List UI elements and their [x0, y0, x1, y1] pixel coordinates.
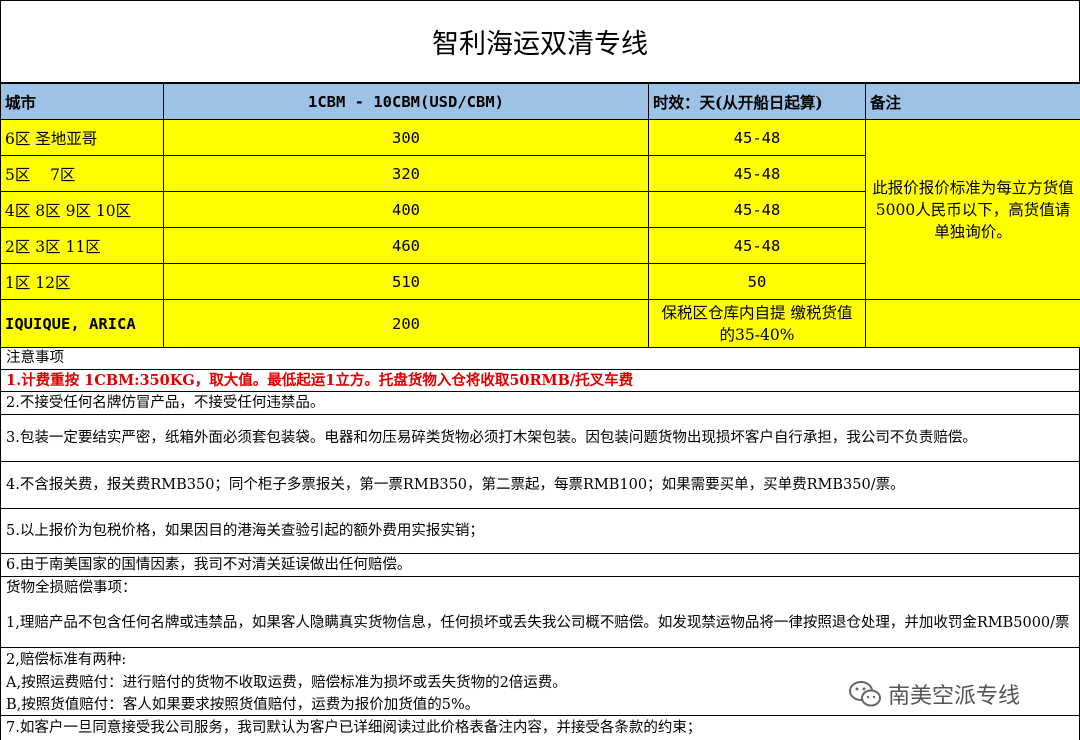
table-row: IQUIQUE, ARICA 200 保税区仓库内自提 缴税货值的35-40%	[0, 299, 1080, 348]
note-3: 3.包装一定要结实严密，纸箱外面必须套包装袋。电器和勿压易碎类货物必须打木架包装…	[0, 415, 1080, 462]
loss-item-2: 2,赔偿标准有两种:	[0, 648, 1080, 672]
time-cell: 50	[648, 263, 866, 300]
loss-item-1: 1,理赔产品不包含任何名牌或违禁品，如果客人隐瞒真实货物信息，任何损坏或丢失我公…	[0, 599, 1080, 648]
page-title: 智利海运双清专线	[0, 0, 1080, 83]
loss-heading: 货物全损赔偿事项：	[0, 577, 1080, 599]
note-1: 1.计费重按 1CBM:350KG，取大值。最低起运1立方。托盘货物入仓将收取5…	[0, 370, 1080, 392]
watermark: 南美空派专线	[848, 676, 1068, 712]
table-row: 6区 圣地亚哥 300 45-48 此报价报价标准为每立方货值5000人民币以下…	[0, 119, 1080, 300]
note-6: 6.由于南美国家的国情因素，我司不对清关延误做出任何赔偿。	[0, 554, 1080, 577]
city-cell: 5区 7区	[0, 155, 164, 192]
notes-heading: 注意事项	[0, 347, 1080, 370]
note-7: 7.如客户一旦同意接受我公司服务，我司默认为客户已详细阅读过此价格表备注内容，并…	[0, 716, 1080, 740]
city-cell: 4区 8区 9区 10区	[0, 191, 164, 228]
price-table: 城市 1CBM - 10CBM(USD/CBM) 时效：天(从开船日起算) 备注…	[0, 83, 1080, 348]
time-cell: 45-48	[648, 227, 866, 264]
time-cell: 45-48	[648, 155, 866, 192]
header-price: 1CBM - 10CBM(USD/CBM)	[163, 83, 649, 120]
watermark-text: 南美空派专线	[888, 684, 1021, 709]
city-cell: 6区 圣地亚哥	[0, 119, 164, 156]
wechat-icon	[849, 681, 881, 707]
note-5: 5.以上报价为包税价格，如果因目的港海关查验引起的额外费用实报实销；	[0, 509, 1080, 554]
note-4: 4.不含报关费，报关费RMB350；同个柜子多票报关，第一票RMB350，第二票…	[0, 462, 1080, 509]
header-remark: 备注	[865, 83, 1080, 120]
price-cell: 320	[163, 155, 649, 192]
table-header-row: 城市 1CBM - 10CBM(USD/CBM) 时效：天(从开船日起算) 备注	[0, 83, 1080, 120]
note-2: 2.不接受任何名牌仿冒产品，不接受任何违禁品。	[0, 392, 1080, 415]
price-cell: 400	[163, 191, 649, 228]
price-cell: 300	[163, 119, 649, 156]
price-cell: 460	[163, 227, 649, 264]
city-cell: 2区 3区 11区	[0, 227, 164, 264]
price-cell: 510	[163, 263, 649, 300]
header-city: 城市	[0, 83, 164, 120]
city-cell: IQUIQUE, ARICA	[0, 299, 164, 348]
empty-remark-cell	[865, 299, 1080, 348]
remark-cell: 此报价报价标准为每立方货值5000人民币以下，高货值请单独询价。	[865, 119, 1080, 300]
price-cell: 200	[163, 299, 649, 348]
header-time: 时效：天(从开船日起算)	[648, 83, 866, 120]
time-cell: 保税区仓库内自提 缴税货值的35-40%	[648, 299, 866, 348]
time-cell: 45-48	[648, 119, 866, 156]
time-cell: 45-48	[648, 191, 866, 228]
city-cell: 1区 12区	[0, 263, 164, 300]
